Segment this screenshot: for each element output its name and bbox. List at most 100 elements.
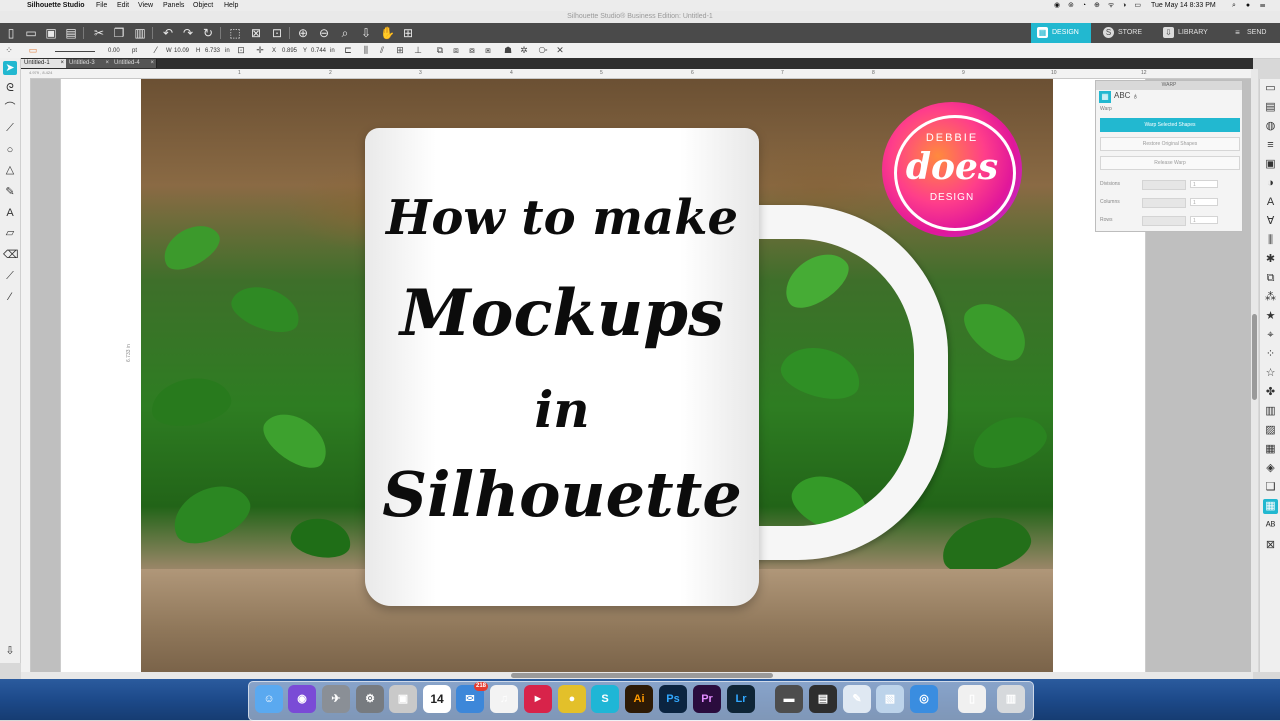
- replicate-icon[interactable]: ⧂: [538, 45, 548, 55]
- dock-trash-icon[interactable]: ▥: [997, 685, 1025, 713]
- move-down-icon[interactable]: ⇩: [359, 26, 373, 40]
- tab-untitled-3[interactable]: Untitled-3 ×: [66, 59, 112, 68]
- height-field[interactable]: 6.733: [205, 47, 220, 55]
- compound-icon[interactable]: ⧇: [467, 45, 477, 55]
- x-field[interactable]: 0.895: [282, 47, 297, 55]
- lock-aspect-icon[interactable]: ⁄: [151, 45, 161, 55]
- ungroup-icon[interactable]: ⧈: [451, 45, 461, 55]
- outline-star-icon[interactable]: ☆: [1263, 366, 1278, 381]
- y-field[interactable]: 0.744: [311, 47, 326, 55]
- mug[interactable]: How to make Mockups in Silhouette: [365, 128, 759, 606]
- menu-help[interactable]: Help: [224, 1, 238, 10]
- dock-illustrator-icon[interactable]: Ai: [625, 685, 653, 713]
- fit-page-icon[interactable]: ⊞: [401, 26, 415, 40]
- save-icon[interactable]: ▣: [44, 26, 58, 40]
- nesting-icon[interactable]: ▦: [1263, 442, 1278, 457]
- contrast-icon[interactable]: ◑: [1263, 176, 1278, 191]
- align-icon[interactable]: ⊏: [343, 45, 353, 55]
- grid-dots-icon[interactable]: ⁘: [4, 45, 14, 55]
- center-icon[interactable]: ⊞: [395, 45, 405, 55]
- sparkle-icon[interactable]: ⁘: [1263, 347, 1278, 362]
- align-bottom-icon[interactable]: ⊥: [413, 45, 423, 55]
- menu-file[interactable]: File: [96, 1, 107, 10]
- copy-icon[interactable]: ❐: [112, 26, 126, 40]
- app-menu[interactable]: Silhouette Studio: [27, 1, 85, 10]
- menu-panels[interactable]: Panels: [163, 1, 184, 10]
- dock-chrome-icon[interactable]: ●: [558, 685, 586, 713]
- ellipse-tool-icon[interactable]: ○: [3, 143, 17, 157]
- dock-lightroom-icon[interactable]: Lr: [727, 685, 755, 713]
- zoom-select-icon[interactable]: ⌕: [338, 26, 352, 40]
- spotlight-icon[interactable]: ⌕ ● ☰: [1232, 1, 1269, 10]
- dock-cast-icon[interactable]: ►: [524, 685, 552, 713]
- fill-tool-icon[interactable]: ▱: [3, 226, 17, 240]
- menu-view[interactable]: View: [138, 1, 153, 10]
- nav-library-button[interactable]: ⇩ LIBRARY: [1163, 23, 1208, 43]
- eyedropper-tool-icon[interactable]: ⁄: [3, 290, 17, 304]
- horizontal-scroll-thumb[interactable]: [511, 673, 773, 678]
- align-panel-icon[interactable]: ⫼: [1263, 233, 1278, 248]
- divisions-slider[interactable]: [1142, 180, 1186, 190]
- zoom-out-icon[interactable]: ⊖: [317, 26, 331, 40]
- line-style-select[interactable]: [55, 47, 95, 52]
- pattern-icon[interactable]: ⊠: [1263, 538, 1278, 553]
- tab-untitled-1[interactable]: Untitled-1 ×: [21, 59, 67, 68]
- sketch-icon[interactable]: ❑: [1263, 480, 1278, 495]
- lock-icon[interactable]: ⊡: [236, 45, 246, 55]
- dock-circle-app-icon[interactable]: ◎: [910, 685, 938, 713]
- dock-notes-icon[interactable]: ✎: [843, 685, 871, 713]
- dock-launchpad-icon[interactable]: ✈: [322, 685, 350, 713]
- weld-icon[interactable]: ☗: [503, 45, 513, 55]
- knife-tool-icon[interactable]: ⟋: [3, 269, 17, 283]
- dock-system-preferences-icon[interactable]: ⚙: [356, 685, 384, 713]
- warp-text-icon[interactable]: ABC: [1114, 91, 1130, 100]
- refresh-icon[interactable]: ↻: [201, 26, 215, 40]
- image-effects-icon[interactable]: ▣: [1263, 157, 1278, 172]
- print-icon[interactable]: ▤: [64, 26, 78, 40]
- fill-color-panel-icon[interactable]: ◍: [1263, 119, 1278, 134]
- close-tab-icon[interactable]: ×: [105, 59, 109, 68]
- line-width-field[interactable]: 0.00: [108, 47, 120, 55]
- close-icon[interactable]: ✕: [555, 45, 565, 55]
- tab-untitled-4[interactable]: Untitled-4 ×: [111, 59, 157, 68]
- curve-tool-icon[interactable]: ⟋: [3, 121, 17, 135]
- transform-icon[interactable]: ✱: [1263, 252, 1278, 267]
- group-icon[interactable]: ⧉: [435, 45, 445, 55]
- warp-panel-header[interactable]: WARP: [1096, 81, 1242, 90]
- dock-silhouette-icon[interactable]: S: [591, 685, 619, 713]
- menu-object[interactable]: Object: [193, 1, 213, 10]
- dock-preview-icon[interactable]: ▣: [389, 685, 417, 713]
- release-compound-icon[interactable]: ⧆: [483, 45, 493, 55]
- deselect-icon[interactable]: ⊠: [249, 26, 263, 40]
- close-tab-icon[interactable]: ×: [60, 59, 64, 68]
- undo-icon[interactable]: ↶: [161, 26, 175, 40]
- rhinestone-icon[interactable]: ⁂: [1263, 290, 1278, 305]
- status-icons[interactable]: ◉ ⊚ ◔ ⊕ ᯤ ◑ ▭: [1054, 1, 1144, 10]
- eraser-tool-icon[interactable]: ⌫: [3, 248, 19, 262]
- dock-itunes-icon[interactable]: ♫: [490, 685, 518, 713]
- columns-slider[interactable]: [1142, 198, 1186, 208]
- replicate-panel-icon[interactable]: ⧉: [1263, 271, 1278, 286]
- dock-calendar-icon[interactable]: 14: [423, 685, 451, 713]
- vertical-scroll-thumb[interactable]: [1252, 314, 1257, 400]
- zoom-in-icon[interactable]: ⊕: [296, 26, 310, 40]
- text-panel-icon[interactable]: A: [1263, 195, 1278, 210]
- star-icon[interactable]: ✲: [519, 45, 529, 55]
- dock-documents-icon[interactable]: ▯: [958, 685, 986, 713]
- columns-field[interactable]: 1: [1190, 198, 1218, 206]
- redo-icon[interactable]: ↷: [181, 26, 195, 40]
- divisions-field[interactable]: 1: [1190, 180, 1218, 188]
- release-warp-button[interactable]: Release Warp: [1100, 156, 1240, 170]
- knife-panel-icon[interactable]: ✤: [1263, 385, 1278, 400]
- warp-panel-icon[interactable]: ▦: [1263, 499, 1278, 514]
- dock-cutter-icon[interactable]: ▬: [775, 685, 803, 713]
- width-field[interactable]: 10.09: [174, 47, 189, 55]
- select-by-color-icon[interactable]: ⊡: [270, 26, 284, 40]
- cut-icon[interactable]: ✂: [92, 26, 106, 40]
- open-icon[interactable]: ▭: [24, 26, 38, 40]
- 3d-icon[interactable]: ◈: [1263, 461, 1278, 476]
- distribute-icon[interactable]: ⫼: [361, 45, 371, 55]
- pencil-tool-icon[interactable]: ✎: [3, 185, 17, 199]
- dock-printer-icon[interactable]: ▤: [809, 685, 837, 713]
- cut-settings-icon[interactable]: ▤: [1263, 100, 1278, 115]
